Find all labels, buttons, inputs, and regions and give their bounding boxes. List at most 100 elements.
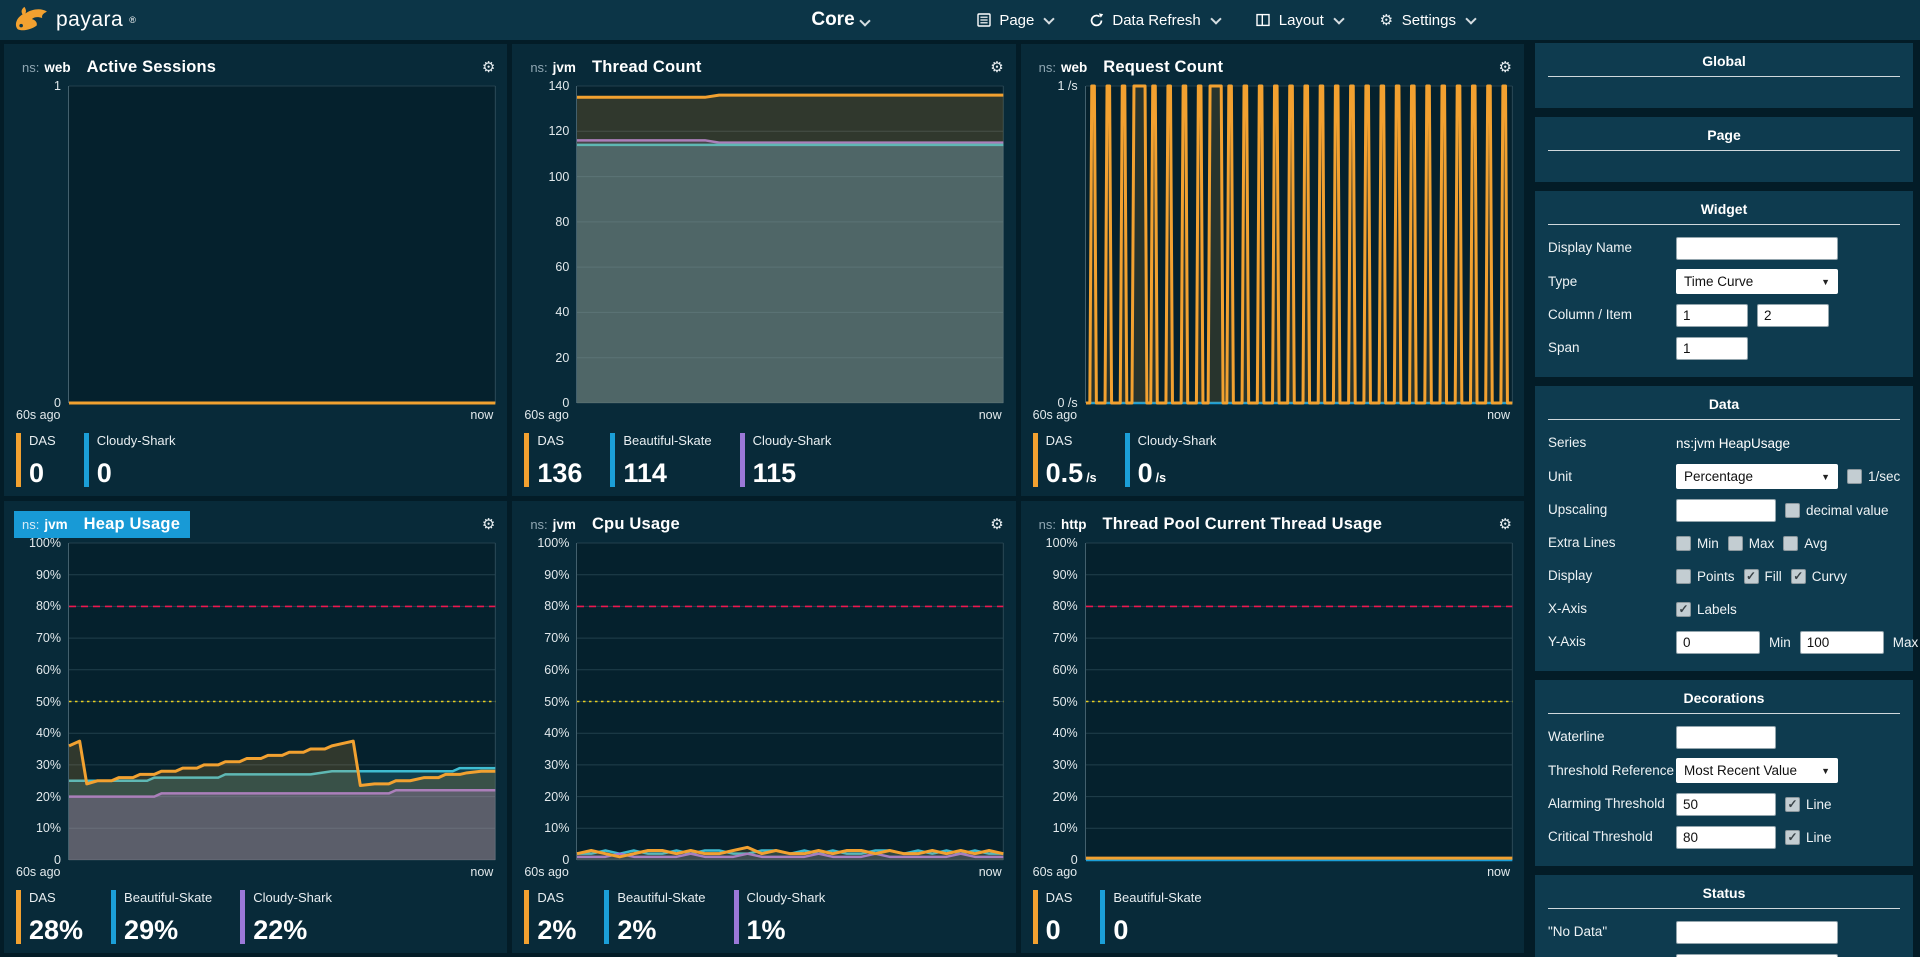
- labels-checkbox[interactable]: ✓Labels: [1676, 602, 1737, 617]
- threshold-reference-select[interactable]: Most Recent Value▼: [1676, 758, 1838, 783]
- legend-series-name: Cloudy-Shark: [753, 433, 832, 448]
- legend-series-name: Beautiful-Skate: [124, 890, 212, 905]
- y-tick-label: 90%: [1053, 568, 1078, 582]
- payara-brand: payara ®: [0, 5, 242, 35]
- settings-controls: Most Recent Value▼: [1676, 758, 1900, 783]
- widget-settings-icon[interactable]: ⚙: [482, 58, 495, 76]
- namespace-value: jvm: [553, 60, 576, 75]
- widget-title: Request Count: [1103, 58, 1223, 77]
- settings-label: Type: [1548, 273, 1676, 291]
- widget-settings-icon[interactable]: ⚙: [1499, 58, 1512, 76]
- x-axis-row: 60s agonow: [1031, 860, 1512, 883]
- widget-thread-pool-current-thread-usage[interactable]: ns:httpThread Pool Current Thread Usage ⚙…: [1021, 501, 1524, 953]
- fill-checkbox[interactable]: ✓Fill: [1744, 569, 1782, 584]
- y-axis-input-3[interactable]: [1800, 631, 1884, 654]
- widget-settings-icon[interactable]: ⚙: [990, 58, 1003, 76]
- menu-layout[interactable]: Layout: [1256, 12, 1343, 29]
- namespace-prefix: ns:: [530, 517, 547, 532]
- y-tick-label: 80: [555, 215, 569, 229]
- settings-row-display: DisplayPoints✓Fill✓Curvy: [1548, 564, 1900, 588]
- unit-select[interactable]: Percentage▼: [1676, 464, 1838, 489]
- waterline-input[interactable]: [1676, 726, 1776, 749]
- y-axis-labels: 10: [14, 86, 68, 403]
- section-title: Global: [1548, 53, 1900, 77]
- line-checkbox[interactable]: ✓Line: [1785, 797, 1832, 812]
- decimal-value-checkbox[interactable]: decimal value: [1785, 503, 1889, 518]
- settings-row-threshold-reference: Threshold ReferenceMost Recent Value▼: [1548, 758, 1900, 783]
- legend-item-cloudy-shark: Cloudy-Shark0/s: [1125, 433, 1217, 487]
- 1-sec-checkbox[interactable]: 1/sec: [1847, 469, 1900, 484]
- y-tick-label: 10%: [36, 821, 61, 835]
- chart: [69, 86, 495, 403]
- critical-threshold-input[interactable]: [1676, 826, 1776, 849]
- chart: [577, 86, 1003, 403]
- widget-title-group[interactable]: ns:jvmHeap Usage: [14, 511, 190, 538]
- checkbox-box: [1676, 569, 1691, 584]
- y-tick-label: 70%: [36, 631, 61, 645]
- layout-icon: [1256, 13, 1271, 28]
- min-checkbox[interactable]: Min: [1676, 536, 1719, 551]
- checkbox-box: ✓: [1744, 569, 1759, 584]
- y-axis-labels: 1 /s0 /s: [1031, 86, 1085, 403]
- menu-data-refresh[interactable]: Data Refresh: [1089, 12, 1219, 29]
- widget-title-group[interactable]: ns:httpThread Pool Current Thread Usage: [1031, 511, 1392, 538]
- alaraming-input[interactable]: [1676, 954, 1838, 957]
- legend-item-beautiful-skate: Beautiful-Skate0: [1100, 890, 1201, 944]
- checkbox-box: [1847, 469, 1862, 484]
- legend: DAS136Beautiful-Skate114Cloudy-Shark115: [522, 426, 1003, 490]
- widget-title-group[interactable]: ns:webRequest Count: [1031, 54, 1234, 81]
- legend-series-value: 0: [29, 460, 56, 487]
- widget-heap-usage[interactable]: ns:jvmHeap Usage⚙100%90%80%70%60%50%40%3…: [4, 501, 507, 953]
- type-select[interactable]: Time Curve▼: [1676, 269, 1838, 294]
- widget-title: Active Sessions: [87, 58, 217, 77]
- column-item-input[interactable]: [1676, 304, 1748, 327]
- settings-controls: [1676, 954, 1900, 957]
- y-axis-labels: 140120100806040200: [522, 86, 576, 403]
- legend-series-value: 2%: [537, 917, 576, 944]
- widget-header: ns:webRequest Count ⚙: [1031, 52, 1512, 82]
- widget-title-group[interactable]: ns:jvmCpu Usage: [522, 511, 690, 538]
- chart-plot: [1085, 86, 1512, 403]
- section-title: Data: [1548, 396, 1900, 420]
- widget-settings-icon[interactable]: ⚙: [990, 515, 1003, 533]
- menu-layout-label: Layout: [1279, 12, 1324, 29]
- menu-page[interactable]: Page: [976, 12, 1053, 29]
- y-tick-label: 60%: [544, 663, 569, 677]
- widget-settings-icon[interactable]: ⚙: [482, 515, 495, 533]
- line-checkbox[interactable]: ✓Line: [1785, 830, 1832, 845]
- widget-request-count[interactable]: ns:webRequest Count⚙1 /s0 /s60s agonowDA…: [1021, 44, 1524, 496]
- span-input[interactable]: [1676, 337, 1748, 360]
- chart: [1086, 543, 1512, 860]
- settings-label: Span: [1548, 339, 1676, 357]
- settings-label: Extra Lines: [1548, 534, 1676, 552]
- y-tick-label: 0 /s: [1058, 396, 1078, 410]
- widget-active-sessions[interactable]: ns:webActive Sessions⚙1060s agonowDAS0Cl…: [4, 44, 507, 496]
- legend-series-value: 22%: [253, 917, 332, 944]
- widget-title-group[interactable]: ns:jvmThread Count: [522, 54, 711, 81]
- avg-checkbox[interactable]: Avg: [1783, 536, 1827, 551]
- no-data-input[interactable]: [1676, 921, 1838, 944]
- legend-series-name: Cloudy-Shark: [1138, 433, 1217, 448]
- y-axis-labels: 100%90%80%70%60%50%40%30%20%10%0: [1031, 543, 1085, 860]
- legend-series-name: Cloudy-Shark: [253, 890, 332, 905]
- page-title-dropdown[interactable]: Core: [811, 9, 854, 30]
- max-checkbox[interactable]: Max: [1728, 536, 1775, 551]
- settings-controls: decimal value: [1676, 499, 1900, 522]
- column-item-input-2[interactable]: [1757, 304, 1829, 327]
- curvy-checkbox[interactable]: ✓Curvy: [1791, 569, 1847, 584]
- display-name-input[interactable]: [1676, 237, 1838, 260]
- widget-title-group[interactable]: ns:webActive Sessions: [14, 54, 226, 81]
- widget-cpu-usage[interactable]: ns:jvmCpu Usage⚙100%90%80%70%60%50%40%30…: [512, 501, 1015, 953]
- section-title: Decorations: [1548, 690, 1900, 714]
- widget-thread-count[interactable]: ns:jvmThread Count⚙14012010080604020060s…: [512, 44, 1015, 496]
- checkbox-label: decimal value: [1806, 503, 1889, 518]
- upscaling-input[interactable]: [1676, 499, 1776, 522]
- x-axis-row: 60s agonow: [522, 860, 1003, 883]
- points-checkbox[interactable]: Points: [1676, 569, 1735, 584]
- menu-settings[interactable]: ⚙Settings: [1379, 12, 1475, 29]
- alarming-threshold-input[interactable]: [1676, 793, 1776, 816]
- legend-series-name: Beautiful-Skate: [617, 890, 705, 905]
- widget-settings-icon[interactable]: ⚙: [1499, 515, 1512, 533]
- y-axis-input[interactable]: [1676, 631, 1760, 654]
- chart-area: 1 /s0 /s: [1031, 86, 1512, 403]
